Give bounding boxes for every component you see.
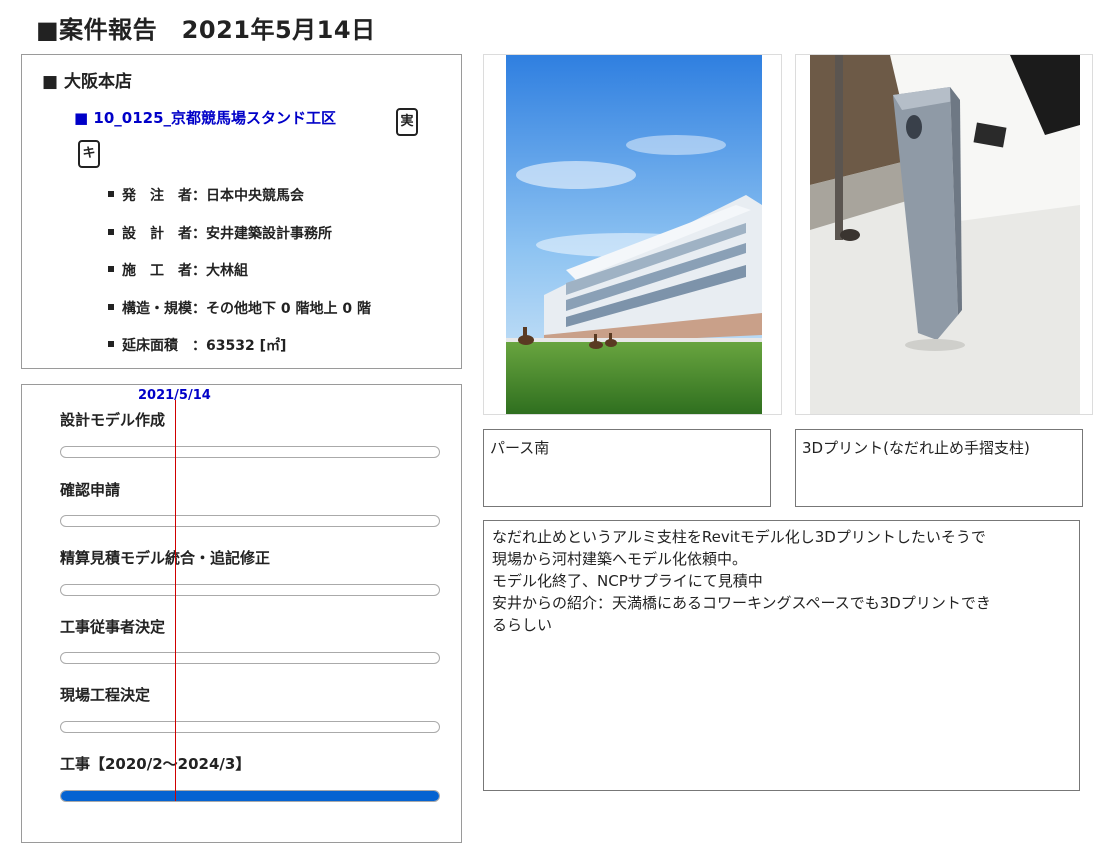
progress-card: 2021/5/14 設計モデル作成 確認申請 精算見積モデル統合・追記修正 工事… — [21, 384, 462, 843]
task-bar-workers — [60, 652, 440, 664]
notes-box: なだれ止めというアルミ支柱をRevitモデル化し3Dプリントしたいそうで 現場か… — [483, 520, 1080, 791]
project-info-card: ■ 大阪本店 ■ 10_0125_京都競馬場スタンド工区 実 キ 発 注 者：日… — [21, 54, 462, 369]
bullet-icon — [108, 191, 114, 197]
notes-line: るらしい — [492, 616, 553, 634]
task-bar-construction — [60, 790, 440, 802]
task-bar-site-schedule — [60, 721, 440, 733]
photo-3d-print[interactable] — [795, 54, 1093, 415]
bullet-icon — [108, 229, 114, 235]
notes-line: なだれ止めというアルミ支柱をRevitモデル化し3Dプリントしたいそうで — [492, 528, 986, 546]
stadium-rendering-image — [506, 55, 762, 414]
task-label-workers: 工事従事者決定 — [60, 618, 166, 636]
photo-stadium-rendering[interactable] — [483, 54, 782, 415]
task-bar-estimate-model — [60, 584, 440, 596]
info-row-designer: 設 計 者：安井建築設計事務所 — [108, 223, 332, 243]
info-row-structure: 構造・規模：その他地下 0 階地上 0 階 — [108, 298, 371, 318]
3d-print-photo-image — [810, 55, 1080, 414]
bullet-icon — [108, 341, 114, 347]
project-tag-jitsu: 実 — [396, 108, 418, 136]
task-bar-confirmation — [60, 515, 440, 527]
task-label-site-schedule: 現場工程決定 — [60, 686, 151, 704]
notes-line: 現場から河村建築へモデル化依頼中。 — [492, 550, 748, 568]
notes-line: モデル化終了、NCPサプライにて見積中 — [492, 572, 763, 590]
info-row-floor-area: 延床面積 ：63532 [㎡] — [108, 335, 286, 355]
project-tag-ki: キ — [78, 140, 100, 168]
task-label-estimate-model: 精算見積モデル統合・追記修正 — [60, 549, 271, 567]
notes-line: 安井からの紹介：天満橋にあるコワーキングスペースでも3Dプリントでき — [492, 594, 991, 612]
task-label-construction: 工事【2020/2～2024/3】 — [60, 755, 251, 773]
today-marker-line — [175, 400, 176, 801]
photo-caption-1: パース南 — [483, 429, 771, 507]
task-label-design-model: 設計モデル作成 — [60, 411, 166, 429]
photo-caption-2: 3Dプリント(なだれ止め手摺支柱) — [795, 429, 1083, 507]
page-title: ■案件報告 2021年5月14日 — [36, 16, 376, 44]
task-label-confirmation: 確認申請 — [60, 481, 121, 499]
bullet-icon — [108, 304, 114, 310]
info-row-client: 発 注 者：日本中央競馬会 — [108, 185, 304, 205]
task-bar-design-model — [60, 446, 440, 458]
project-name-link[interactable]: ■ 10_0125_京都競馬場スタンド工区 — [74, 107, 336, 128]
branch-name: ■ 大阪本店 — [42, 72, 132, 92]
info-row-contractor: 施 工 者：大林組 — [108, 260, 248, 280]
bullet-icon — [108, 266, 114, 272]
